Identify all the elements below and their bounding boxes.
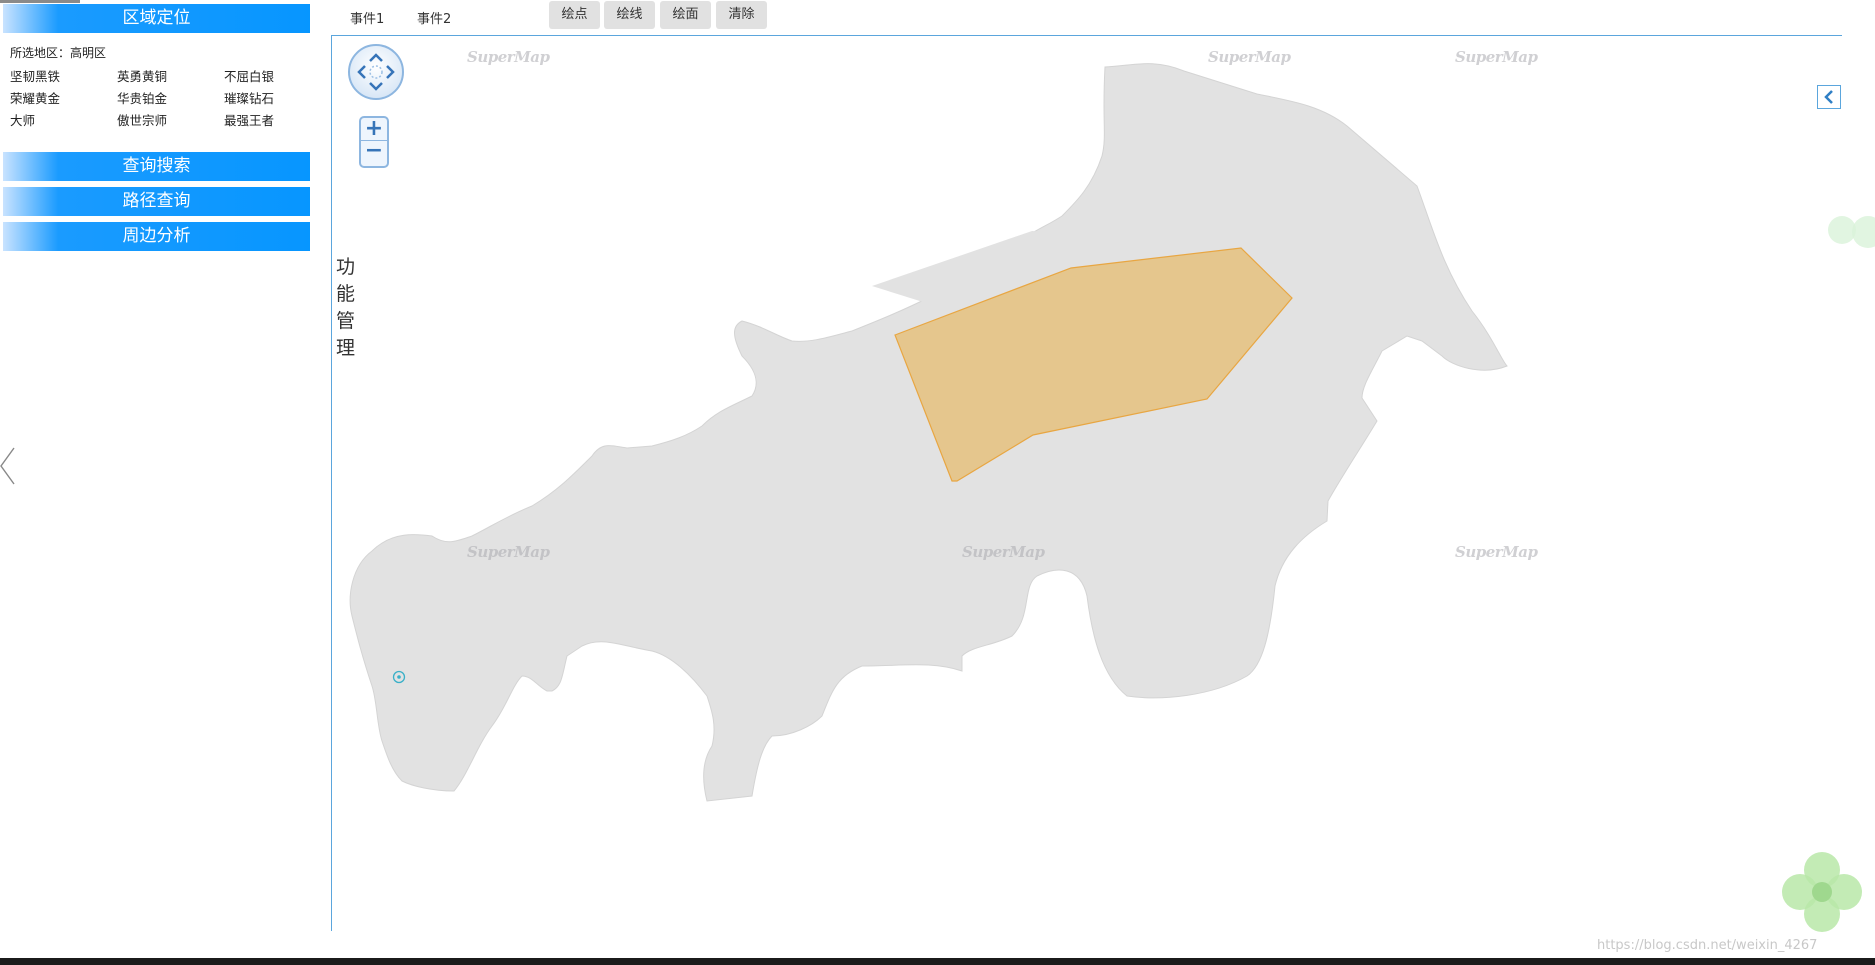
query-search-header[interactable]: 查询搜索 [3, 152, 310, 181]
rank-item[interactable]: 华贵铂金 [117, 88, 167, 107]
rank-item[interactable]: 璀璨钻石 [224, 88, 274, 107]
function-label-char: 能 [336, 283, 356, 305]
rank-item[interactable]: 英勇黄铜 [117, 66, 167, 85]
map-watermark: SuperMap [1455, 543, 1538, 561]
function-label-char: 功 [336, 256, 356, 278]
selected-region: 所选地区：高明区 [10, 44, 106, 61]
region-location-header[interactable]: 区域定位 [3, 4, 310, 33]
clover-ime-icon[interactable] [1772, 842, 1872, 942]
map-watermark: SuperMap [467, 48, 550, 66]
side-float-icon[interactable] [1826, 210, 1875, 254]
rank-item[interactable]: 最强王者 [224, 110, 274, 129]
function-management-label[interactable]: 功 能 管 理 [336, 254, 358, 362]
draw-polygon-button[interactable]: 绘面 [660, 1, 711, 29]
top-left-tab [0, 0, 80, 3]
zoom-control: + − [359, 116, 389, 168]
selected-region-label: 所选地区： [10, 46, 71, 60]
zoom-out-button[interactable]: − [361, 140, 387, 163]
function-label-char: 理 [336, 337, 356, 359]
selected-region-value: 高明区 [70, 46, 107, 60]
map-view[interactable]: SuperMap SuperMap SuperMap SuperMap Supe… [331, 35, 1842, 931]
right-panel-toggle[interactable] [1817, 85, 1841, 109]
region-boundary [349, 63, 1508, 802]
rank-item[interactable]: 大师 [10, 110, 35, 129]
rank-item[interactable]: 不屈白银 [224, 66, 274, 85]
event2-tab[interactable]: 事件2 [417, 8, 451, 27]
footer-url: https://blog.csdn.net/weixin_4267 [1597, 938, 1818, 953]
rank-item[interactable]: 坚韧黑铁 [10, 66, 60, 85]
map-canvas[interactable] [332, 36, 1842, 931]
nearby-analysis-header[interactable]: 周边分析 [3, 222, 310, 251]
bottom-bar [0, 958, 1875, 965]
chevron-left-icon [1824, 90, 1833, 104]
left-panel: 区域定位 所选地区：高明区 坚韧黑铁 英勇黄铜 不屈白银 荣耀黄金 华贵铂金 璀… [0, 0, 316, 930]
rank-item[interactable]: 傲世宗师 [117, 110, 167, 129]
map-watermark: SuperMap [962, 543, 1045, 561]
draw-point-button[interactable]: 绘点 [549, 1, 600, 29]
event1-tab[interactable]: 事件1 [350, 8, 384, 27]
rank-item[interactable]: 荣耀黄金 [10, 88, 60, 107]
draw-line-button[interactable]: 绘线 [604, 1, 655, 29]
function-label-char: 管 [336, 310, 356, 332]
clear-button[interactable]: 清除 [716, 1, 767, 29]
route-query-header[interactable]: 路径查询 [3, 187, 310, 216]
map-watermark: SuperMap [1455, 48, 1538, 66]
zoom-in-button[interactable]: + [361, 118, 387, 140]
location-marker-icon[interactable] [392, 670, 406, 684]
pan-compass-icon[interactable] [346, 42, 406, 102]
toolbar: 事件1 事件2 绘点 绘线 绘面 清除 [331, 0, 1841, 34]
collapse-left-arrow-icon[interactable] [0, 446, 16, 486]
map-watermark: SuperMap [467, 543, 550, 561]
map-watermark: SuperMap [1208, 48, 1291, 66]
